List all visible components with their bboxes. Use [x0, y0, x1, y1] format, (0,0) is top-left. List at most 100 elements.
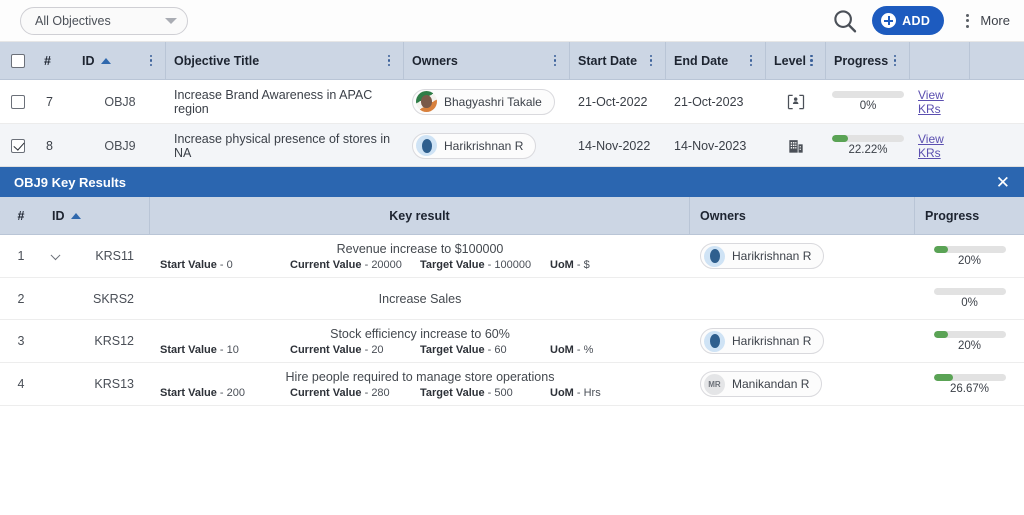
column-header-end-date[interactable]: End Date: [666, 42, 766, 79]
owner-chip[interactable]: Harikrishnan R: [700, 243, 824, 269]
row-select-cell[interactable]: [0, 124, 36, 167]
search-button[interactable]: [830, 6, 860, 36]
column-menu-start-date-icon[interactable]: [645, 52, 657, 70]
chevron-down-icon: [165, 18, 177, 24]
close-icon[interactable]: ✕: [996, 174, 1010, 191]
kr-row-progress-cell: 20%: [915, 320, 1024, 362]
column-header-spacer-2: [970, 42, 1024, 79]
key-results-table-header: # ID Key result Owners Progress: [0, 197, 1024, 235]
add-button[interactable]: ADD: [872, 6, 944, 35]
owner-chip[interactable]: MR Manikandan R: [700, 371, 822, 397]
objectives-table: # ID Objective Title Owners Start Date E…: [0, 42, 1024, 168]
kr-current-value: 20: [371, 344, 383, 356]
view-krs-link[interactable]: View KRs: [918, 132, 962, 160]
row-select-cell[interactable]: [0, 80, 36, 123]
kr-row-metrics: Start Value - 10 Current Value - 20 Targ…: [160, 344, 680, 356]
kr-table-row[interactable]: 4 KRS13 Hire people required to manage s…: [0, 363, 1024, 406]
kr-row-name: Revenue increase to $100000: [337, 242, 504, 256]
select-all-header[interactable]: [0, 42, 36, 79]
table-row[interactable]: 8 OBJ9 Increase physical presence of sto…: [0, 124, 1024, 168]
search-icon: [830, 6, 860, 36]
kr-row-id-cell[interactable]: SKRS2: [42, 278, 150, 319]
objectives-filter-select[interactable]: All Objectives: [20, 7, 188, 35]
kr-row-id-cell[interactable]: KRS13: [42, 363, 150, 405]
row-owner-cell: Harikrishnan R: [404, 124, 570, 167]
chevron-down-icon[interactable]: [51, 250, 61, 260]
column-menu-id-icon[interactable]: [145, 52, 157, 70]
kr-current-label: Current Value: [290, 344, 362, 356]
progress-bar: [934, 246, 1006, 253]
progress-bar: [832, 135, 904, 142]
kr-row-number: 4: [0, 363, 42, 405]
column-header-progress-label: Progress: [834, 54, 888, 68]
row-view-krs-cell: View KRs: [910, 124, 970, 167]
column-header-objective-title[interactable]: Objective Title: [166, 42, 404, 79]
row-objective-id: OBJ8: [74, 80, 166, 123]
column-header-id[interactable]: ID: [74, 42, 166, 79]
column-menu-progress-icon[interactable]: [889, 52, 901, 70]
column-header-num[interactable]: #: [36, 42, 74, 79]
table-row[interactable]: 7 OBJ8 Increase Brand Awareness in APAC …: [0, 80, 1024, 124]
row-start-date: 14-Nov-2022: [570, 124, 666, 167]
kr-column-header-id[interactable]: ID: [42, 197, 150, 234]
kr-row-id: KRS11: [95, 249, 134, 263]
kr-table-row[interactable]: 1 KRS11 Revenue increase to $100000 Star…: [0, 235, 1024, 278]
kr-row-detail-cell: Hire people required to manage store ope…: [150, 363, 690, 405]
kr-table-row[interactable]: 2 SKRS2 Increase Sales 0%: [0, 278, 1024, 320]
owner-chip[interactable]: Bhagyashri Takale: [412, 89, 555, 115]
column-header-id-label: ID: [82, 54, 95, 68]
kr-target-label: Target Value: [420, 387, 485, 399]
owner-name: Manikandan R: [732, 377, 809, 391]
progress-value: 0%: [860, 100, 877, 112]
more-menu-label[interactable]: More: [980, 13, 1010, 28]
column-header-level[interactable]: Level: [766, 42, 826, 79]
avatar: [416, 135, 437, 156]
progress-value: 0%: [961, 297, 978, 309]
kr-table-row[interactable]: 3 KRS12 Stock efficiency increase to 60%…: [0, 320, 1024, 363]
row-objective-title: Increase Brand Awareness in APAC region: [166, 80, 404, 123]
plus-circle-icon: [881, 13, 896, 28]
select-all-checkbox[interactable]: [11, 54, 25, 68]
progress-value: 26.67%: [950, 383, 989, 395]
column-header-start-date[interactable]: Start Date: [570, 42, 666, 79]
kr-row-progress-cell: 20%: [915, 235, 1024, 277]
key-results-panel: OBJ9 Key Results ✕ # ID Key result Owner…: [0, 166, 1024, 515]
column-menu-end-date-icon[interactable]: [745, 52, 757, 70]
kr-row-number: 2: [0, 278, 42, 319]
row-progress-cell: 22.22%: [826, 124, 910, 167]
column-menu-title-icon[interactable]: [383, 52, 395, 70]
row-number: 8: [36, 124, 74, 167]
column-header-owners[interactable]: Owners: [404, 42, 570, 79]
row-start-date: 21-Oct-2022: [570, 80, 666, 123]
top-toolbar: All Objectives ADD More: [0, 0, 1024, 42]
view-krs-link[interactable]: View KRs: [918, 88, 962, 116]
kr-column-header-owners[interactable]: Owners: [690, 197, 915, 234]
column-header-progress[interactable]: Progress: [826, 42, 910, 79]
kr-column-header-key-result[interactable]: Key result: [150, 197, 690, 234]
kr-row-owner-cell: Harikrishnan R: [690, 320, 915, 362]
kr-uom-label: UoM: [550, 259, 574, 271]
owner-name: Harikrishnan R: [732, 249, 811, 263]
kr-row-detail-cell: Revenue increase to $100000 Start Value …: [150, 235, 690, 277]
row-checkbox[interactable]: [11, 139, 25, 153]
kr-row-metrics: Start Value - 200 Current Value - 280 Ta…: [160, 387, 680, 399]
owner-chip[interactable]: Harikrishnan R: [412, 133, 536, 159]
kr-row-id-cell[interactable]: KRS11: [42, 235, 150, 277]
row-checkbox[interactable]: [11, 95, 25, 109]
owner-name: Harikrishnan R: [444, 139, 523, 153]
row-owner-cell: Bhagyashri Takale: [404, 80, 570, 123]
kr-row-id-cell[interactable]: KRS12: [42, 320, 150, 362]
kr-row-id: KRS12: [94, 334, 134, 348]
row-end-date: 14-Nov-2023: [666, 124, 766, 167]
column-header-spacer-1: [910, 42, 970, 79]
column-menu-owners-icon[interactable]: [549, 52, 561, 70]
kr-column-header-progress[interactable]: Progress: [915, 197, 1024, 234]
more-menu-icon[interactable]: [958, 10, 976, 32]
team-level-icon: [786, 92, 806, 112]
owner-chip[interactable]: Harikrishnan R: [700, 328, 824, 354]
kr-target-label: Target Value: [420, 259, 485, 271]
row-objective-id: OBJ9: [74, 124, 166, 167]
column-menu-level-icon[interactable]: [806, 52, 817, 70]
row-level-cell: [766, 80, 826, 123]
add-button-label: ADD: [902, 14, 930, 28]
